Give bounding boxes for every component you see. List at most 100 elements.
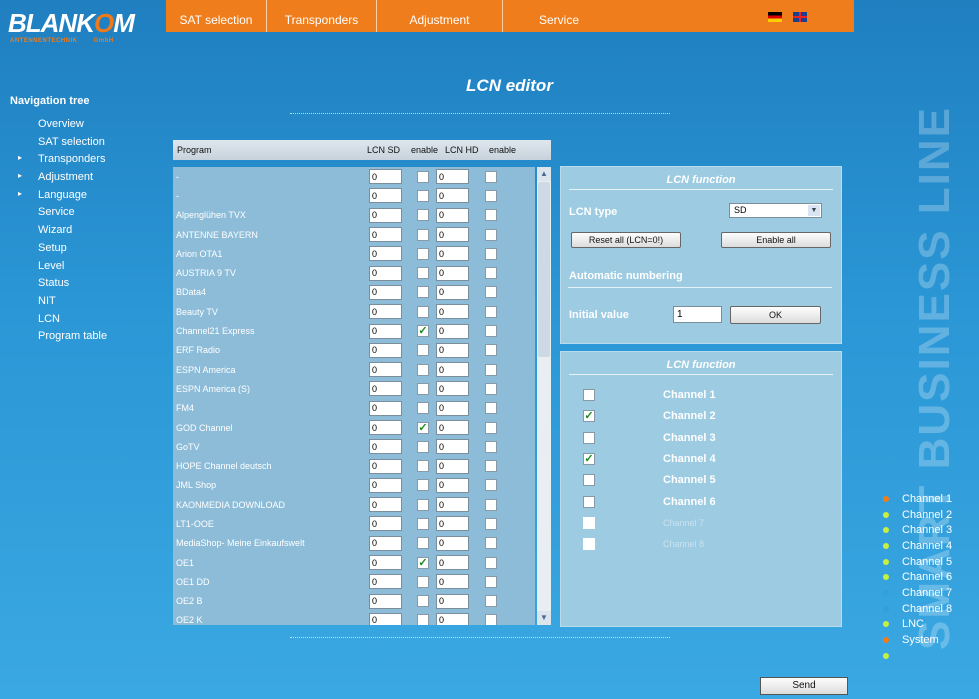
enable-all-button[interactable]: Enable all [721,232,831,248]
channel-checkbox[interactable] [583,516,595,529]
enable-hd-checkbox[interactable] [485,170,497,183]
german-flag-icon[interactable] [768,12,782,22]
enable-sd-checkbox[interactable]: ✓ [417,556,429,569]
lcn-sd-input[interactable] [369,612,402,625]
nav-item[interactable]: Program table [18,330,107,348]
enable-sd-checkbox[interactable] [417,440,429,453]
enable-hd-checkbox[interactable] [485,209,497,222]
nav-item[interactable]: Setup [18,242,107,260]
enable-sd-checkbox[interactable] [417,363,429,376]
lcn-hd-input[interactable] [436,323,469,339]
enable-hd-checkbox[interactable] [485,479,497,492]
enable-sd-checkbox[interactable] [417,614,429,625]
enable-sd-checkbox[interactable] [417,267,429,280]
lcn-sd-input[interactable] [369,381,402,397]
enable-hd-checkbox[interactable] [485,305,497,318]
channel-checkbox[interactable] [583,495,595,508]
english-flag-icon[interactable] [793,12,807,22]
lcn-hd-input[interactable] [436,400,469,416]
scroll-up-icon[interactable]: ▲ [537,167,551,181]
scroll-down-icon[interactable]: ▼ [537,611,551,625]
lcn-sd-input[interactable] [369,535,402,551]
ok-button[interactable]: OK [730,306,821,324]
tab-service[interactable]: Service [503,0,615,32]
enable-sd-checkbox[interactable] [417,517,429,530]
nav-item[interactable]: ▸ Transponders [18,153,107,171]
nav-item[interactable]: Overview [18,118,107,136]
lcn-hd-input[interactable] [436,381,469,397]
lcn-sd-input[interactable] [369,458,402,474]
lcn-sd-input[interactable] [369,265,402,281]
lcn-sd-input[interactable] [369,227,402,243]
enable-sd-checkbox[interactable]: ✓ [417,325,429,338]
lcn-hd-input[interactable] [436,420,469,435]
lcn-hd-input[interactable] [436,265,469,281]
nav-item[interactable]: Level [18,260,107,278]
channel-checkbox[interactable] [583,389,595,401]
enable-hd-checkbox[interactable] [485,460,497,473]
lcn-hd-input[interactable] [436,593,469,609]
lcn-sd-input[interactable] [369,497,402,513]
lcn-sd-input[interactable] [369,284,402,300]
lcn-hd-input[interactable] [436,284,469,300]
lcn-hd-input[interactable] [436,227,469,243]
enable-hd-checkbox[interactable] [485,267,497,280]
enable-sd-checkbox[interactable] [417,189,429,202]
enable-sd-checkbox[interactable] [417,595,429,608]
enable-sd-checkbox[interactable] [417,305,429,318]
lcn-hd-input[interactable] [436,574,469,590]
nav-item[interactable]: Status [18,277,107,295]
lcn-sd-input[interactable] [369,304,402,320]
lcn-sd-input[interactable] [369,342,402,358]
lcn-hd-input[interactable] [436,612,469,625]
tab-adjustment[interactable]: Adjustment [377,0,503,32]
enable-hd-checkbox[interactable] [485,189,497,202]
enable-hd-checkbox[interactable] [485,382,497,395]
enable-sd-checkbox[interactable] [417,479,429,492]
lcn-hd-input[interactable] [436,169,469,185]
lcn-type-select[interactable]: SD ▼ [729,203,822,218]
lcn-hd-input[interactable] [436,516,469,532]
lcn-sd-input[interactable] [369,188,402,204]
enable-sd-checkbox[interactable] [417,344,429,357]
enable-sd-checkbox[interactable] [417,286,429,299]
channel-checkbox[interactable] [583,431,595,444]
enable-hd-checkbox[interactable] [485,537,497,550]
lcn-sd-input[interactable] [369,323,402,339]
enable-sd-checkbox[interactable] [417,575,429,588]
lcn-hd-input[interactable] [436,304,469,320]
enable-sd-checkbox[interactable]: ✓ [417,421,429,434]
lcn-hd-input[interactable] [436,555,469,571]
enable-hd-checkbox[interactable] [485,421,497,434]
lcn-sd-input[interactable] [369,555,402,571]
lcn-sd-input[interactable] [369,516,402,532]
channel-checkbox[interactable] [583,538,595,551]
lcn-sd-input[interactable] [369,362,402,378]
lcn-sd-input[interactable] [369,207,402,223]
tab-sat-selection[interactable]: SAT selection [166,0,267,32]
enable-hd-checkbox[interactable] [485,498,497,511]
lcn-sd-input[interactable] [369,439,402,455]
scroll-thumb[interactable] [538,182,550,357]
lcn-hd-input[interactable] [436,362,469,378]
nav-item[interactable]: ▸ Language [18,189,107,207]
enable-hd-checkbox[interactable] [485,517,497,530]
lcn-hd-input[interactable] [436,188,469,204]
lcn-sd-input[interactable] [369,246,402,262]
enable-sd-checkbox[interactable] [417,382,429,395]
tab-transponders[interactable]: Transponders [267,0,377,32]
enable-sd-checkbox[interactable] [417,209,429,222]
enable-hd-checkbox[interactable] [485,595,497,608]
enable-sd-checkbox[interactable] [417,247,429,260]
enable-hd-checkbox[interactable] [485,402,497,415]
nav-item[interactable]: LCN [18,313,107,331]
enable-hd-checkbox[interactable] [485,363,497,376]
nav-item[interactable]: Service [18,206,107,224]
lcn-hd-input[interactable] [436,477,469,493]
lcn-sd-input[interactable] [369,477,402,493]
enable-sd-checkbox[interactable] [417,402,429,415]
lcn-hd-input[interactable] [436,439,469,455]
nav-item[interactable]: SAT selection [18,136,107,154]
enable-hd-checkbox[interactable] [485,247,497,260]
nav-item[interactable]: NIT [18,295,107,313]
